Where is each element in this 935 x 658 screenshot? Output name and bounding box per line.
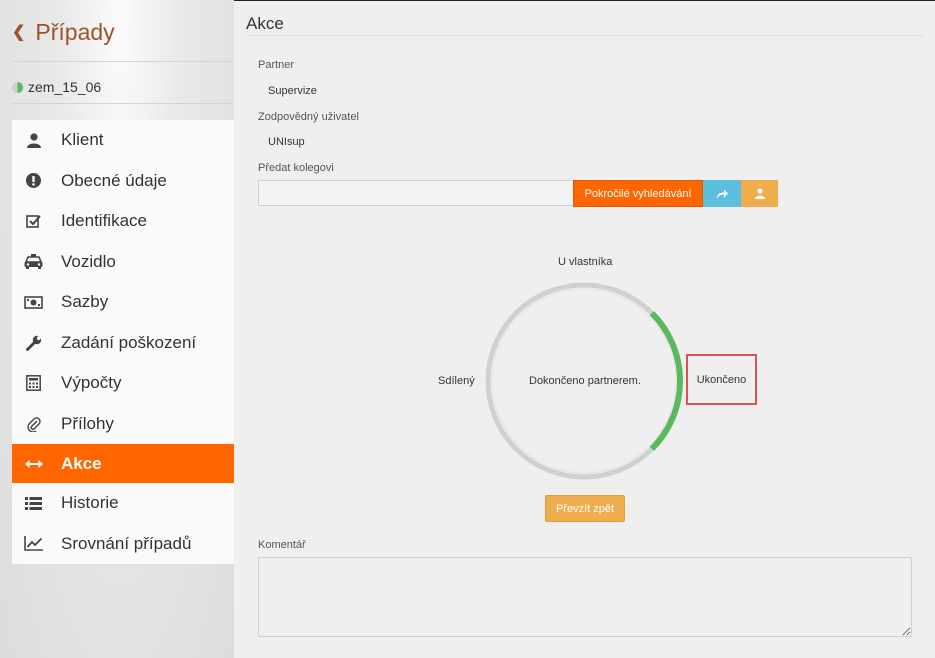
take-back-button[interactable]: Převzít zpět bbox=[545, 495, 625, 522]
responsible-user-value: UNIsup bbox=[268, 136, 305, 148]
sidebar-item-label: Obecné údaje bbox=[61, 170, 167, 190]
sidebar-item-label: Sazby bbox=[61, 292, 109, 312]
sidebar-item-sazby[interactable]: Sazby bbox=[12, 282, 234, 323]
responsible-user-label: Zodpovědný uživatel bbox=[258, 111, 359, 123]
sidebar-item-srovnani-pripadu[interactable]: Srovnání případů bbox=[12, 524, 234, 565]
sidebar-menu: Klient Obecné údaje Identifikace Vozidlo… bbox=[12, 120, 234, 564]
page-title: Akce bbox=[246, 14, 284, 33]
state-option-finished[interactable]: Ukončeno bbox=[686, 354, 757, 405]
share-button[interactable] bbox=[703, 180, 741, 207]
sidebar-item-label: Výpočty bbox=[61, 373, 122, 393]
sidebar-item-akce[interactable]: Akce bbox=[12, 444, 234, 483]
user-icon bbox=[754, 188, 765, 199]
sidebar-item-klient[interactable]: Klient bbox=[12, 120, 234, 161]
divider bbox=[12, 61, 234, 62]
sidebar-item-prilohy[interactable]: Přílohy bbox=[12, 404, 234, 445]
list-icon bbox=[24, 496, 43, 510]
handover-colleague-input[interactable] bbox=[258, 180, 574, 206]
sidebar: ❮ Případy zem_15_06 Klient Obecné údaje … bbox=[0, 0, 234, 658]
sidebar-item-label: Vozidlo bbox=[61, 251, 116, 271]
chevron-left-icon: ❮ bbox=[12, 24, 26, 41]
back-to-cases-link[interactable]: ❮ Případy bbox=[12, 18, 115, 46]
sidebar-item-label: Akce bbox=[61, 453, 102, 473]
comment-label: Komentář bbox=[258, 539, 306, 551]
money-bill-icon bbox=[24, 295, 43, 309]
taxi-icon bbox=[24, 254, 43, 270]
sidebar-item-label: Zadání poškození bbox=[61, 332, 197, 352]
sidebar-item-obecne-udaje[interactable]: Obecné údaje bbox=[12, 161, 234, 202]
calculator-icon bbox=[24, 375, 43, 392]
status-pie-icon bbox=[12, 81, 23, 93]
sidebar-item-label: Identifikace bbox=[61, 211, 147, 231]
sidebar-item-zadani-poskozeni[interactable]: Zadání poškození bbox=[12, 323, 234, 364]
paperclip-icon bbox=[24, 416, 43, 432]
divider bbox=[12, 103, 234, 104]
check-square-icon bbox=[24, 214, 43, 229]
sidebar-item-vozidlo[interactable]: Vozidlo bbox=[12, 242, 234, 283]
sidebar-item-label: Klient bbox=[61, 130, 104, 150]
sidebar-item-identifikace[interactable]: Identifikace bbox=[12, 201, 234, 242]
handover-label: Předat kolegovi bbox=[258, 162, 334, 174]
state-label-owner: U vlastníka bbox=[558, 256, 613, 268]
back-label: Případy bbox=[35, 18, 115, 45]
case-id: zem_15_06 bbox=[12, 78, 101, 96]
sidebar-item-label: Přílohy bbox=[61, 413, 114, 433]
case-id-text: zem_15_06 bbox=[28, 79, 102, 95]
current-state-label: Dokončeno partnerem. bbox=[529, 375, 641, 387]
state-label-finished: Ukončeno bbox=[696, 373, 747, 386]
partner-value: Supervize bbox=[268, 85, 317, 97]
title-divider bbox=[246, 35, 923, 36]
exclamation-circle-icon bbox=[24, 173, 43, 189]
sidebar-item-vypocty[interactable]: Výpočty bbox=[12, 363, 234, 404]
partner-label: Partner bbox=[258, 59, 295, 71]
sidebar-item-label: Historie bbox=[61, 493, 119, 513]
wrench-icon bbox=[24, 335, 43, 351]
main-content: Akce Partner Supervize Zodpovědný uživat… bbox=[234, 0, 935, 658]
sidebar-item-label: Srovnání případů bbox=[61, 533, 192, 553]
user-icon bbox=[24, 133, 43, 148]
line-chart-icon bbox=[24, 536, 43, 552]
share-arrow-icon bbox=[717, 189, 728, 199]
comment-textarea[interactable] bbox=[258, 557, 912, 637]
assign-user-button[interactable] bbox=[741, 180, 778, 207]
state-label-shared: Sdílený bbox=[438, 375, 475, 387]
arrows-horizontal-icon bbox=[24, 459, 43, 469]
sidebar-item-historie[interactable]: Historie bbox=[12, 483, 234, 524]
advanced-search-button[interactable]: Pokročilé vyhledávání bbox=[573, 180, 703, 207]
